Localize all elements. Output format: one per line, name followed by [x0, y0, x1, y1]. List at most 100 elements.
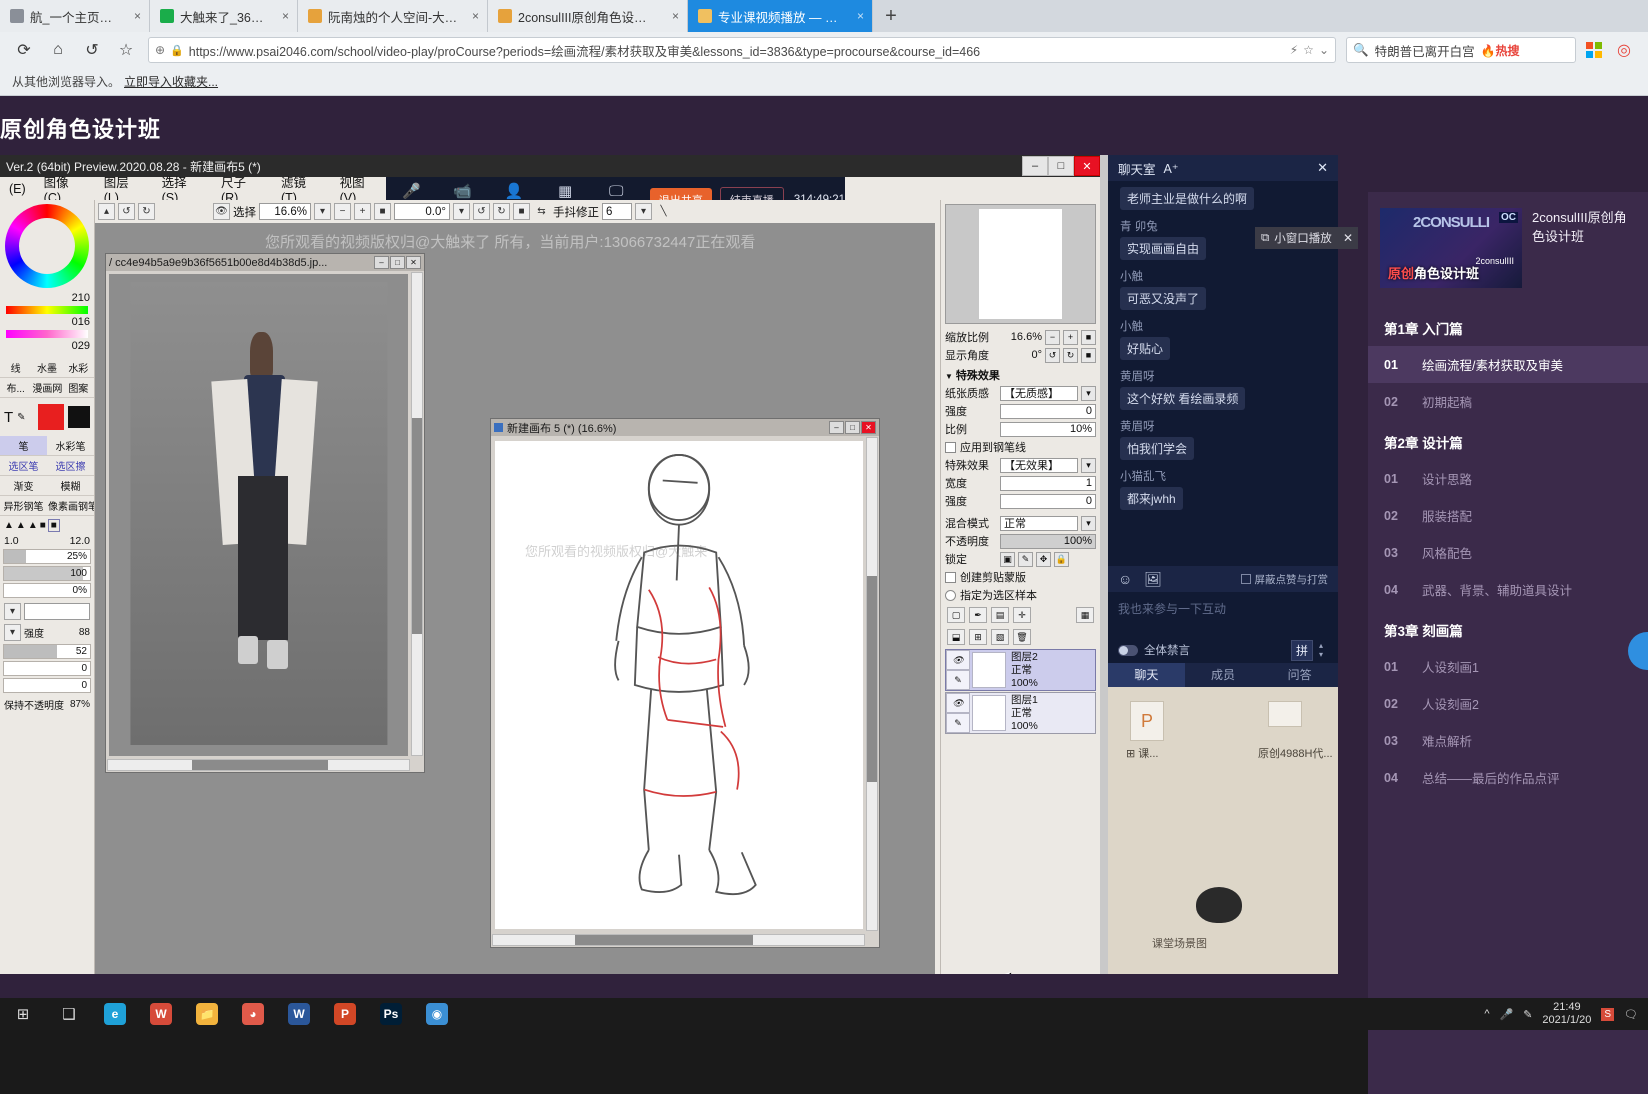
zoom-plus-button[interactable]: + [1063, 329, 1078, 345]
home-icon[interactable]: ⌂ [46, 38, 70, 62]
tab-close-icon[interactable]: × [664, 9, 679, 23]
eyedropper-icon[interactable]: ✎ [17, 412, 25, 423]
rotate-right-button[interactable]: ↻ [493, 203, 510, 220]
lock-all-icon[interactable]: 🔒 [1054, 551, 1069, 567]
brush-shape-4-icon[interactable]: ■ [40, 520, 46, 531]
doc-title-canvas5[interactable]: 新建画布 5 (*) (16.6%) – □ ✕ [491, 419, 879, 436]
browser-tab-3[interactable]: 2consulIII原创角色设计班-大触 × [488, 0, 688, 32]
stabilizer-dropdown-icon[interactable]: ▾ [635, 203, 652, 220]
blend-mode-select[interactable]: 正常 [1000, 515, 1078, 531]
doc-min-ref[interactable]: – [374, 256, 389, 269]
browser-tab-1[interactable]: 大触来了_360搜索 × [150, 0, 298, 32]
chat-input[interactable]: 我也来参与一下互动 [1108, 592, 1338, 637]
video-player-shared-screen[interactable]: Ver.2 (64bit) Preview.2020.08.28 - 新建画布5… [0, 155, 1115, 974]
new-layer-button[interactable]: ▢ [947, 607, 965, 623]
brush-shape-1-icon[interactable]: ▲ [4, 520, 14, 531]
layer2-lock-icon[interactable]: ✎ [946, 670, 970, 690]
browser-tab-0[interactable]: 航_一个主页，整个世界 × [0, 0, 150, 32]
layer1-lock-icon[interactable]: ✎ [946, 713, 970, 733]
optbar-collapse-icon[interactable]: ▴ [98, 203, 115, 220]
tray-mic-icon[interactable]: 🎤 [1500, 1008, 1514, 1021]
tool-select-pen[interactable]: 选区笔 [0, 456, 47, 475]
blend-slider[interactable]: 0% [3, 583, 91, 598]
taskbar-app-powerpoint[interactable]: P [322, 998, 368, 1030]
text-tool-icon[interactable]: T [4, 409, 13, 426]
history-icon[interactable]: ↺ [80, 38, 104, 62]
mute-all-toggle[interactable] [1118, 644, 1138, 656]
doc-max-ref[interactable]: □ [390, 256, 405, 269]
chevron-down-icon[interactable]: ⌄ [1319, 43, 1329, 57]
zoom-fit-button[interactable]: ■ [1081, 329, 1096, 345]
doc-ref-vscroll[interactable] [411, 272, 423, 756]
brush-shape-5-icon[interactable]: ■ [47, 519, 60, 532]
taskbar-app-wps[interactable]: W [138, 998, 184, 1030]
rotate-reset-button[interactable]: ■ [513, 203, 530, 220]
lesson-item-1-2[interactable]: 03 风格配色 [1368, 534, 1648, 571]
emoji-icon[interactable]: ☺ [1118, 571, 1132, 587]
tool-gradient[interactable]: 渐变 [0, 476, 47, 495]
left-slider-y[interactable]: 0 [3, 678, 91, 693]
windows-logo-icon[interactable] [1586, 42, 1602, 58]
left-dropdown-a[interactable]: ▾ [4, 603, 21, 620]
chat-close-icon[interactable]: ✕ [1317, 160, 1328, 176]
new-group-button[interactable]: ▤ [991, 607, 1009, 623]
rotate-left-button[interactable]: ↺ [473, 203, 490, 220]
tool-select-erase[interactable]: 选区擦 [47, 456, 94, 475]
tool-brush[interactable]: 笔 [0, 436, 47, 455]
new-tab-button[interactable]: + [873, 0, 909, 32]
doc-close-canvas5[interactable]: ✕ [861, 421, 876, 434]
tool-pixel-pen[interactable]: 像素画钢笔 [47, 496, 94, 515]
swatch-tab-2[interactable]: 水彩 [63, 358, 94, 377]
taskbar-app-palette[interactable]: ◕ [230, 998, 276, 1030]
zoom-dropdown-icon[interactable]: ▾ [314, 203, 331, 220]
doc-min-canvas5[interactable]: – [829, 421, 844, 434]
zoom-in-button[interactable]: + [354, 203, 371, 220]
brush-shape-3-icon[interactable]: ▲ [28, 520, 38, 531]
duplicate-layer-button[interactable]: ⊞ [969, 629, 987, 645]
effect-width-value[interactable]: 1 [1000, 475, 1096, 491]
apply-to-pen-checkbox[interactable]: 应用到钢笔线 [941, 438, 1100, 456]
chat-font-size-button[interactable]: A⁺ [1164, 161, 1179, 176]
layer-row-1[interactable]: 👁 ✎ 图层1 正常 100% [945, 692, 1096, 734]
flip-icon[interactable]: ⇆ [533, 203, 550, 220]
undo-icon[interactable]: ↺ [118, 203, 135, 220]
reload-icon[interactable]: ⟳ [12, 38, 36, 62]
sai-minimize-button[interactable]: – [1022, 156, 1048, 176]
taskbar-clock[interactable]: 21:49 2021/1/20 [1542, 1001, 1591, 1027]
tab-close-icon[interactable]: × [126, 9, 141, 23]
favorite-icon[interactable]: ☆ [1303, 43, 1314, 57]
course-thumbnail[interactable]: 2CONSULLI 2consulIII 原创角色设计班 OC [1380, 208, 1522, 288]
lock-move-icon[interactable]: ✥ [1036, 551, 1051, 567]
block-likes-checkbox[interactable]: 屏蔽点赞与打赏 [1240, 572, 1328, 587]
bookmark-star-icon[interactable]: ☆ [114, 38, 138, 62]
browser-tab-2[interactable]: 阮南烛的个人空间-大触来了-你 × [298, 0, 488, 32]
merge-down-button[interactable]: ⬓ [947, 629, 965, 645]
selection-source-radio[interactable]: 指定为选区样本 [941, 586, 1100, 604]
background-color-swatch[interactable] [68, 406, 90, 428]
doc-window-canvas5[interactable]: 新建画布 5 (*) (16.6%) – □ ✕ 您所观看的视频版权归@大触来 [490, 418, 880, 948]
tray-badge-icon[interactable]: S [1601, 1007, 1615, 1021]
tab-chat[interactable]: 聊天 [1108, 663, 1185, 687]
add-mask-button[interactable]: ✛ [1013, 607, 1031, 623]
new-linework-layer-button[interactable]: ✒ [969, 607, 987, 623]
sai-close-button[interactable]: ✕ [1074, 156, 1100, 176]
taskbar-app-word[interactable]: W [276, 998, 322, 1030]
lesson-item-1-0[interactable]: 01 设计思路 [1368, 460, 1648, 497]
paper-texture-select[interactable]: 【无质感】 [1000, 385, 1078, 401]
lock-pixels-icon[interactable]: ▣ [1000, 551, 1015, 567]
taskbar-app-photoshop[interactable]: Ps [368, 998, 414, 1030]
color-wheel[interactable] [5, 204, 89, 288]
left-field-a[interactable] [24, 603, 90, 620]
swatch-tab-1[interactable]: 水墨 [31, 358, 62, 377]
rotate-ccw-button[interactable]: ↺ [1045, 347, 1060, 363]
lesson-item-2-2[interactable]: 03 难点解析 [1368, 722, 1648, 759]
send-button[interactable]: 拼 [1296, 642, 1308, 659]
notification-icon[interactable]: 🗨 [1624, 1008, 1638, 1021]
texture-slider[interactable]: 100 [3, 566, 91, 581]
tool-watercolor[interactable]: 水彩笔 [47, 436, 94, 455]
layer-row-2[interactable]: 👁 ✎ 图层2 正常 100% [945, 649, 1096, 691]
zoom-out-button[interactable]: − [334, 203, 351, 220]
clipping-mask-checkbox[interactable]: 创建剪贴蒙版 [941, 568, 1100, 586]
doc-canvas5-vscroll[interactable] [866, 437, 878, 931]
redo-icon[interactable]: ↻ [138, 203, 155, 220]
